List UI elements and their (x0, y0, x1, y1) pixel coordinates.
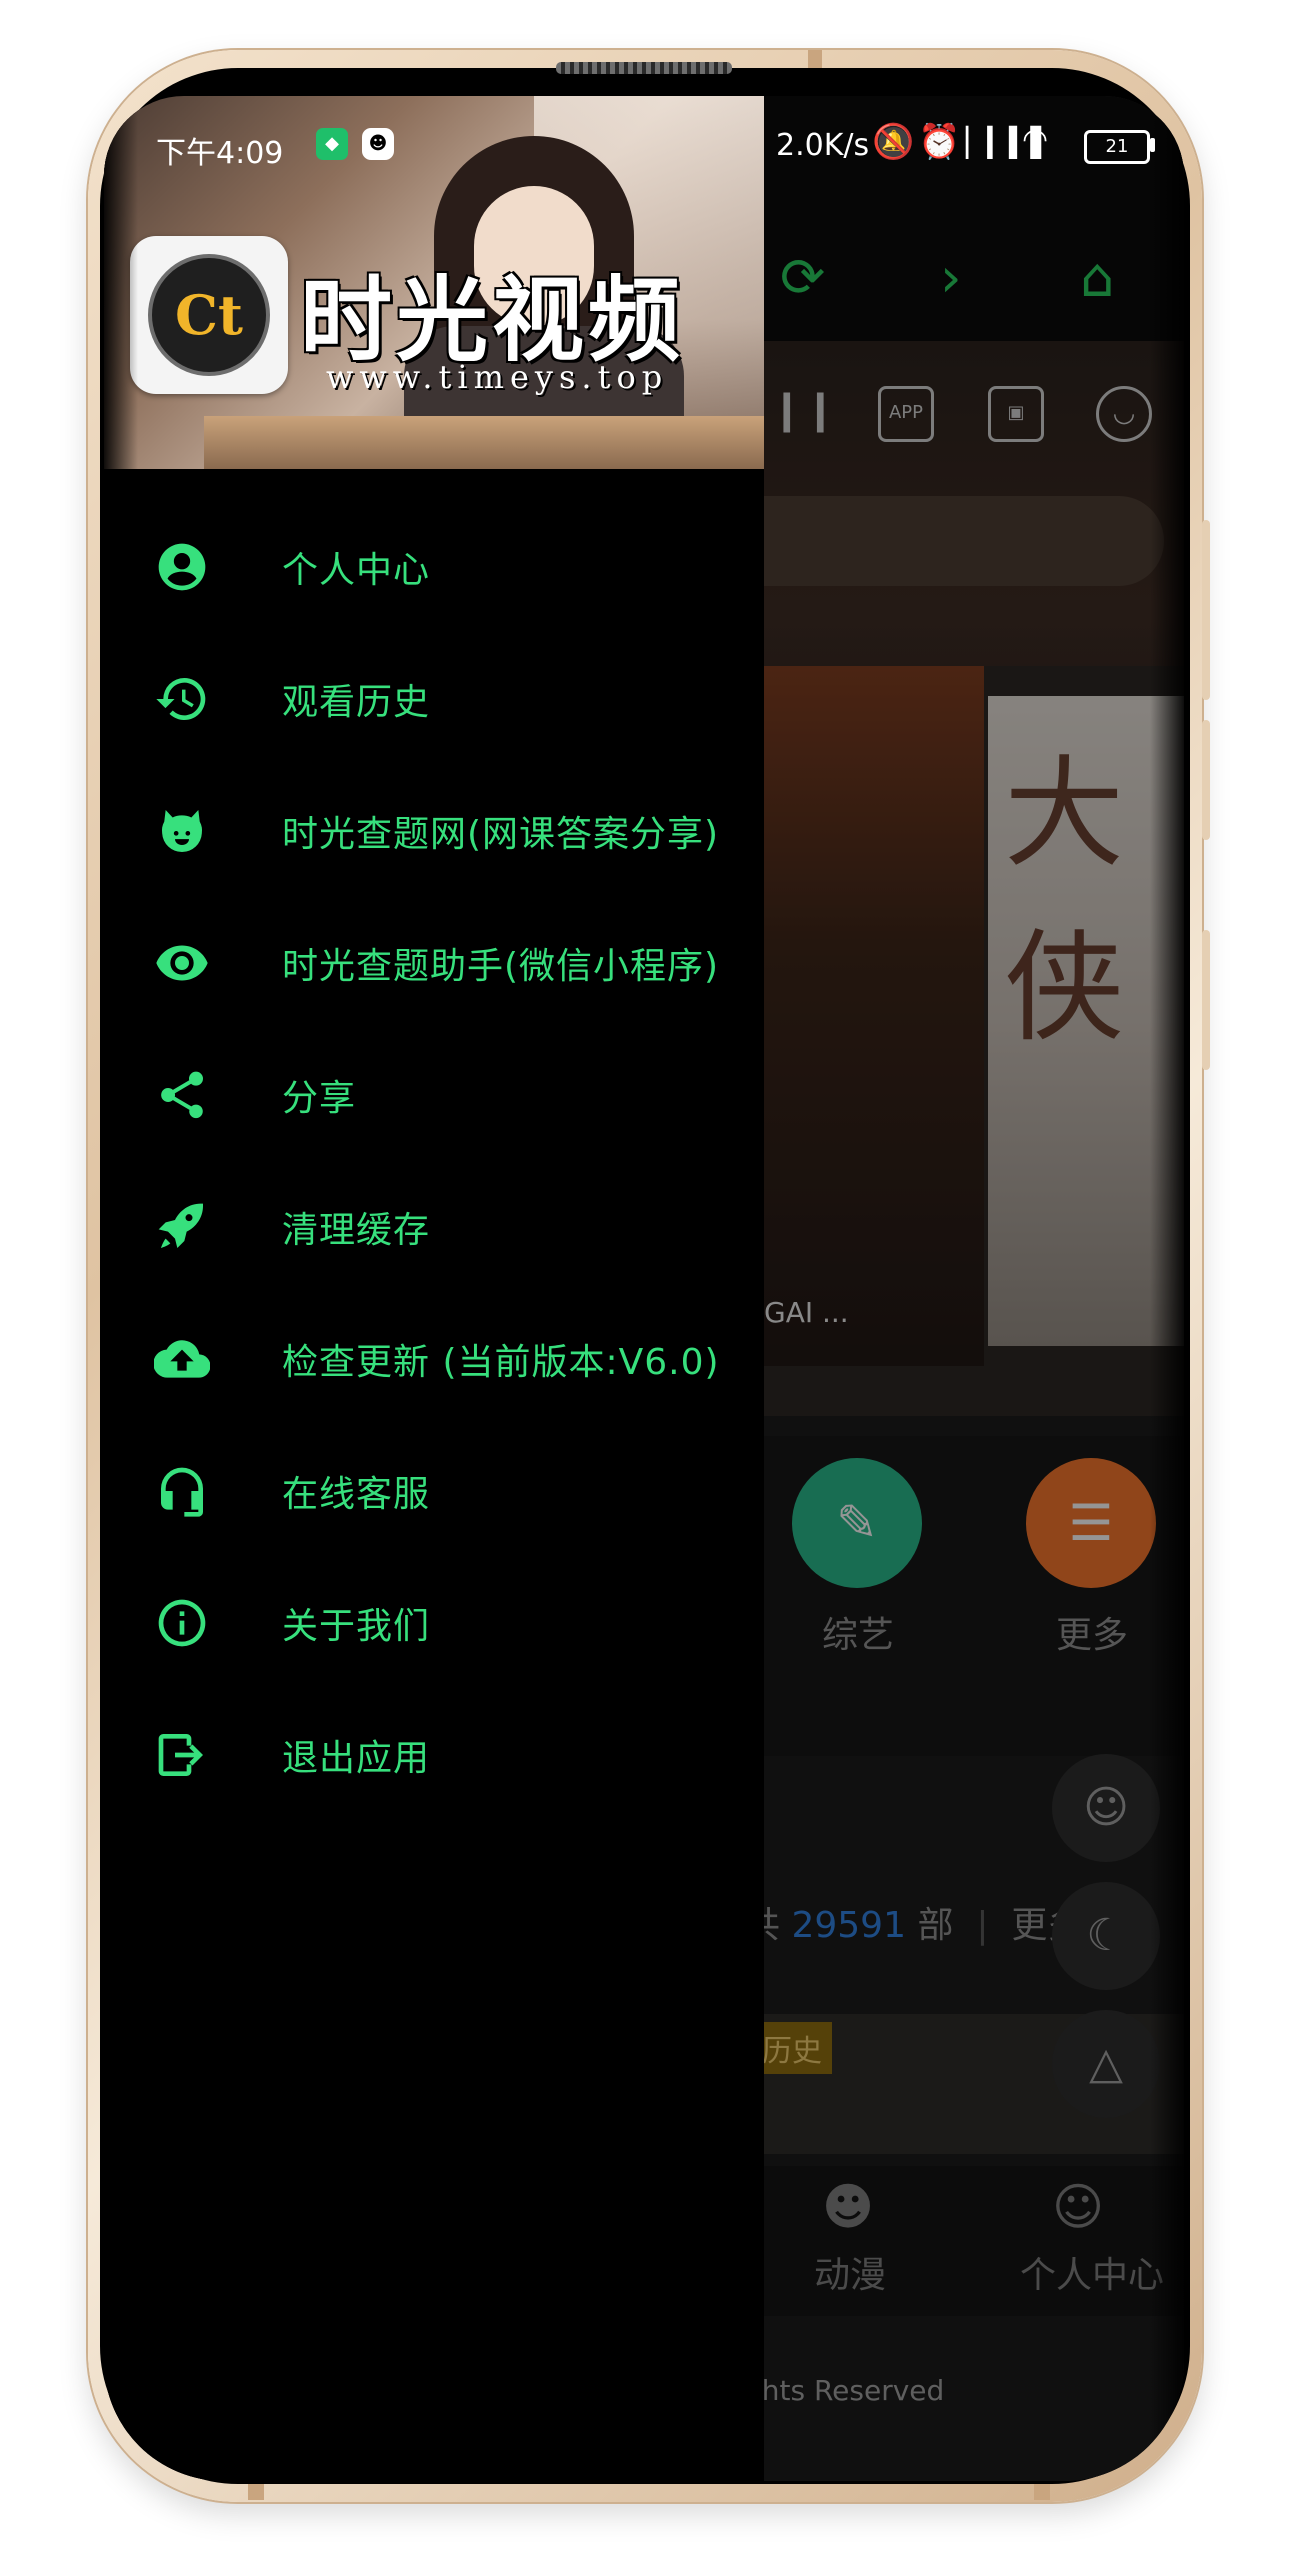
menu-label: 检查更新 (当前版本:V6.0) (282, 1342, 720, 1383)
menu-label: 清理缓存 (282, 1210, 431, 1251)
app-logo-mark: Ct (175, 283, 243, 347)
logout-icon (154, 1727, 210, 1783)
power-button (1202, 930, 1210, 1070)
speaker-grille (556, 62, 732, 74)
menu-label: 时光查题网(网课答案分享) (282, 814, 720, 855)
menu-label: 观看历史 (282, 682, 431, 723)
header-art-desk (204, 416, 764, 469)
drawer-menu: 个人中心 观看历史 时光查题网(网课答案分享) 时光查题助手(微信小程序) 分享… (104, 501, 764, 1821)
menu-item-share[interactable]: 分享 (104, 1029, 764, 1161)
battery-icon: 21 (1084, 130, 1150, 164)
status-time: 下午4:09 (156, 136, 284, 171)
eye-icon (154, 935, 210, 991)
vpn-shield-icon: ◆ (316, 128, 348, 160)
menu-label: 个人中心 (282, 550, 431, 591)
screen-edge-shade-right (1150, 96, 1184, 2481)
menu-label: 在线客服 (282, 1474, 431, 1515)
menu-item-about[interactable]: 关于我们 (104, 1557, 764, 1689)
history-icon (154, 671, 210, 727)
menu-label: 关于我们 (282, 1606, 431, 1647)
mute-bell-icon: 🔕 (872, 122, 915, 162)
pig-icon (154, 803, 210, 859)
menu-label: 时光查题助手(微信小程序) (282, 946, 720, 987)
wifi-icon: ◠ (1022, 122, 1049, 157)
menu-item-answer-site[interactable]: 时光查题网(网课答案分享) (104, 765, 764, 897)
share-icon (154, 1067, 210, 1123)
network-speed: 2.0K/s (776, 128, 870, 163)
menu-item-customer-service[interactable]: 在线客服 (104, 1425, 764, 1557)
battery-tip (1150, 138, 1155, 152)
alarm-icon: ⏰ (918, 122, 961, 162)
rocket-icon (154, 1199, 210, 1255)
phone-screen: ⟳ › ⌂ ❙❙ APP ▣ ◡ GAI ... 大侠 ✎ 综艺 ☰ 更多 ☺ … (104, 96, 1184, 2481)
volume-down-button (1202, 720, 1210, 840)
headset-icon (154, 1463, 210, 1519)
account-circle-icon (154, 539, 210, 595)
screen-edge-shade-left (104, 96, 138, 2481)
volume-up-button (1202, 520, 1210, 700)
menu-item-mini-program[interactable]: 时光查题助手(微信小程序) (104, 897, 764, 1029)
status-bar: 下午4:09 ◆ ☻ 2.0K/s 🔕 ⏰ ▏▎▍▌ ◠ 21 (104, 96, 1184, 196)
menu-item-clear-cache[interactable]: 清理缓存 (104, 1161, 764, 1293)
brand-url: www.timeys.top (326, 358, 669, 396)
navigation-drawer: Ct 时光视频 www.timeys.top 个人中心 观看历史 时光查题网(网… (104, 96, 764, 2481)
menu-item-exit[interactable]: 退出应用 (104, 1689, 764, 1821)
info-icon (154, 1595, 210, 1651)
frame-notch-top (808, 50, 822, 68)
menu-label: 退出应用 (282, 1738, 431, 1779)
menu-label: 分享 (282, 1078, 357, 1119)
notification-app-icon: ☻ (362, 128, 394, 160)
menu-item-profile[interactable]: 个人中心 (104, 501, 764, 633)
menu-item-check-update[interactable]: 检查更新 (当前版本:V6.0) (104, 1293, 764, 1425)
cloud-upload-icon (154, 1331, 210, 1387)
menu-item-history[interactable]: 观看历史 (104, 633, 764, 765)
